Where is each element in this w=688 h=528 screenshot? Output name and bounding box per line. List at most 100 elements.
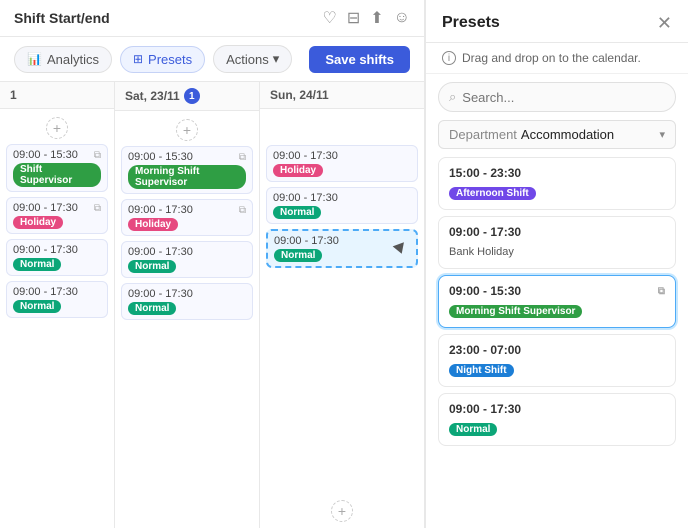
add-shift-btn-0[interactable]: + <box>46 117 68 139</box>
preset-time: 23:00 - 07:00 <box>449 343 665 357</box>
shift-card[interactable]: 09:00 - 17:30 Normal <box>6 239 108 276</box>
col-header-1: Sat, 23/11 1 <box>115 82 259 111</box>
analytics-label: Analytics <box>47 52 99 67</box>
shift-badge: Normal <box>128 302 176 315</box>
preset-badge: Afternoon Shift <box>449 187 536 200</box>
upload-icon[interactable]: ⬆ <box>370 8 383 28</box>
actions-button[interactable]: Actions ▾ <box>213 45 292 73</box>
calendar-grid: 1 + 09:00 - 15:30 ⧉ Shift Supervisor 09:… <box>0 82 424 528</box>
shift-badge: Normal <box>13 300 61 313</box>
chevron-down-icon: ▾ <box>659 128 665 141</box>
shift-card[interactable]: 09:00 - 15:30 ⧉ Shift Supervisor <box>6 144 108 192</box>
presets-panel: Presets ✕ i Drag and drop on to the cale… <box>425 0 688 528</box>
shift-card[interactable]: 09:00 - 17:30 Holiday <box>266 145 418 182</box>
copy-icon[interactable]: ⧉ <box>239 205 246 216</box>
close-button[interactable]: ✕ <box>657 14 672 32</box>
search-box[interactable]: ⌕ <box>438 82 676 112</box>
shift-badge: Normal <box>273 206 321 219</box>
preset-time: 09:00 - 17:30 <box>449 402 665 416</box>
shift-card[interactable]: 09:00 - 17:30 Normal <box>266 187 418 224</box>
preset-badge: Morning Shift Supervisor <box>449 305 582 318</box>
preset-badge: Night Shift <box>449 364 514 377</box>
shift-time: 09:00 - 17:30 <box>273 192 411 204</box>
department-filter[interactable]: Department Accommodation ▾ <box>438 120 676 149</box>
preset-item-night-shift[interactable]: 23:00 - 07:00 Night Shift <box>438 334 676 387</box>
shift-time: 09:00 - 15:30 ⧉ <box>13 149 101 161</box>
copy-icon[interactable]: ⧉ <box>94 150 101 161</box>
shift-card[interactable]: 09:00 - 17:30 Normal <box>121 283 253 320</box>
shift-time: 09:00 - 17:30 ⧉ <box>128 204 246 216</box>
shift-badge: Holiday <box>128 218 178 231</box>
preset-time: 09:00 - 15:30 ⧉ <box>449 284 665 298</box>
shift-card[interactable]: 09:00 - 17:30 Normal <box>6 281 108 318</box>
presets-label: Presets <box>148 52 192 67</box>
preset-time: 15:00 - 23:30 <box>449 166 665 180</box>
hint-text: Drag and drop on to the calendar. <box>462 51 641 65</box>
heart-icon[interactable]: ♡ <box>323 8 337 28</box>
preset-item-normal[interactable]: 09:00 - 17:30 Normal <box>438 393 676 446</box>
col-badge-1: 1 <box>184 88 200 104</box>
shift-time: 09:00 - 17:30 <box>13 244 101 256</box>
col-date-1: Sat, 23/11 <box>125 89 180 103</box>
shift-time: 09:00 - 17:30 ⧉ <box>13 202 101 214</box>
col-body-2: 09:00 - 17:30 Holiday 09:00 - 17:30 Norm… <box>260 109 424 528</box>
presets-title: Presets <box>442 14 500 32</box>
shift-time: 09:00 - 15:30 ⧉ <box>128 151 246 163</box>
shift-time: 09:00 - 17:30 <box>273 150 411 162</box>
add-shift-btn-2[interactable]: + <box>331 500 353 522</box>
chevron-down-icon: ▾ <box>273 51 280 67</box>
page-title: Shift Start/end <box>14 10 110 26</box>
col-date-0: 1 <box>10 88 17 102</box>
shift-badge: Normal <box>274 249 322 262</box>
presets-tab[interactable]: ⊞ Presets <box>120 46 205 73</box>
search-icon: ⌕ <box>449 89 456 105</box>
presets-list: 15:00 - 23:30 Afternoon Shift 09:00 - 17… <box>426 157 688 528</box>
calendar-column-1: Sat, 23/11 1 + 09:00 - 15:30 ⧉ Morning S… <box>115 82 260 528</box>
top-bar: Shift Start/end ♡ ⊟ ⬆ ☺ <box>0 0 424 37</box>
dept-value: Accommodation <box>521 127 614 142</box>
preset-item-afternoon-shift[interactable]: 15:00 - 23:30 Afternoon Shift <box>438 157 676 210</box>
col-body-1: + 09:00 - 15:30 ⧉ Morning Shift Supervis… <box>115 111 259 528</box>
shift-badge: Holiday <box>273 164 323 177</box>
analytics-tab[interactable]: 📊 Analytics <box>14 46 112 73</box>
presets-hint: i Drag and drop on to the calendar. <box>426 43 688 74</box>
copy-icon[interactable]: ⧉ <box>658 286 665 297</box>
actions-label: Actions <box>226 52 269 67</box>
preset-item-bank-holiday[interactable]: 09:00 - 17:30 Bank Holiday <box>438 216 676 269</box>
shift-badge: Holiday <box>13 216 63 229</box>
preset-label: Bank Holiday <box>449 246 514 258</box>
save-shifts-button[interactable]: Save shifts <box>309 46 410 73</box>
shift-badge: Normal <box>128 260 176 273</box>
dept-label: Department <box>449 127 517 142</box>
drop-zone[interactable]: 09:00 - 17:30 Normal <box>266 229 418 268</box>
shift-time: 09:00 - 17:30 <box>13 286 101 298</box>
shift-badge: Shift Supervisor <box>13 163 101 187</box>
drop-zone-time: 09:00 - 17:30 <box>274 235 410 247</box>
calendar-panel: Shift Start/end ♡ ⊟ ⬆ ☺ 📊 Analytics ⊞ Pr… <box>0 0 425 528</box>
copy-icon[interactable]: ⧉ <box>94 203 101 214</box>
top-bar-icons: ♡ ⊟ ⬆ ☺ <box>323 8 411 28</box>
copy-icon[interactable]: ⧉ <box>239 152 246 163</box>
col-body-0: + 09:00 - 15:30 ⧉ Shift Supervisor 09:00… <box>0 109 114 528</box>
preset-time: 09:00 - 17:30 <box>449 225 665 239</box>
shift-card[interactable]: 09:00 - 17:30 ⧉ Holiday <box>6 197 108 234</box>
col-header-2: Sun, 24/11 <box>260 82 424 109</box>
emoji-icon[interactable]: ☺ <box>394 9 410 27</box>
shift-badge: Morning Shift Supervisor <box>128 165 246 189</box>
shift-badge: Normal <box>13 258 61 271</box>
col-date-2: Sun, 24/11 <box>270 88 329 102</box>
shift-time: 09:00 - 17:30 <box>128 246 246 258</box>
add-shift-btn-1[interactable]: + <box>176 119 198 141</box>
printer-icon[interactable]: ⊟ <box>347 8 360 28</box>
col-header-0: 1 <box>0 82 114 109</box>
shift-card[interactable]: 09:00 - 15:30 ⧉ Morning Shift Supervisor <box>121 146 253 194</box>
info-icon: i <box>442 51 456 65</box>
cursor-icon <box>394 244 412 262</box>
toolbar: 📊 Analytics ⊞ Presets Actions ▾ Save shi… <box>0 37 424 82</box>
preset-item-morning-shift[interactable]: 09:00 - 15:30 ⧉ Morning Shift Supervisor <box>438 275 676 328</box>
chart-icon: 📊 <box>27 52 42 66</box>
calendar-column-0: 1 + 09:00 - 15:30 ⧉ Shift Supervisor 09:… <box>0 82 115 528</box>
shift-card[interactable]: 09:00 - 17:30 Normal <box>121 241 253 278</box>
shift-card[interactable]: 09:00 - 17:30 ⧉ Holiday <box>121 199 253 236</box>
search-input[interactable] <box>462 90 665 105</box>
